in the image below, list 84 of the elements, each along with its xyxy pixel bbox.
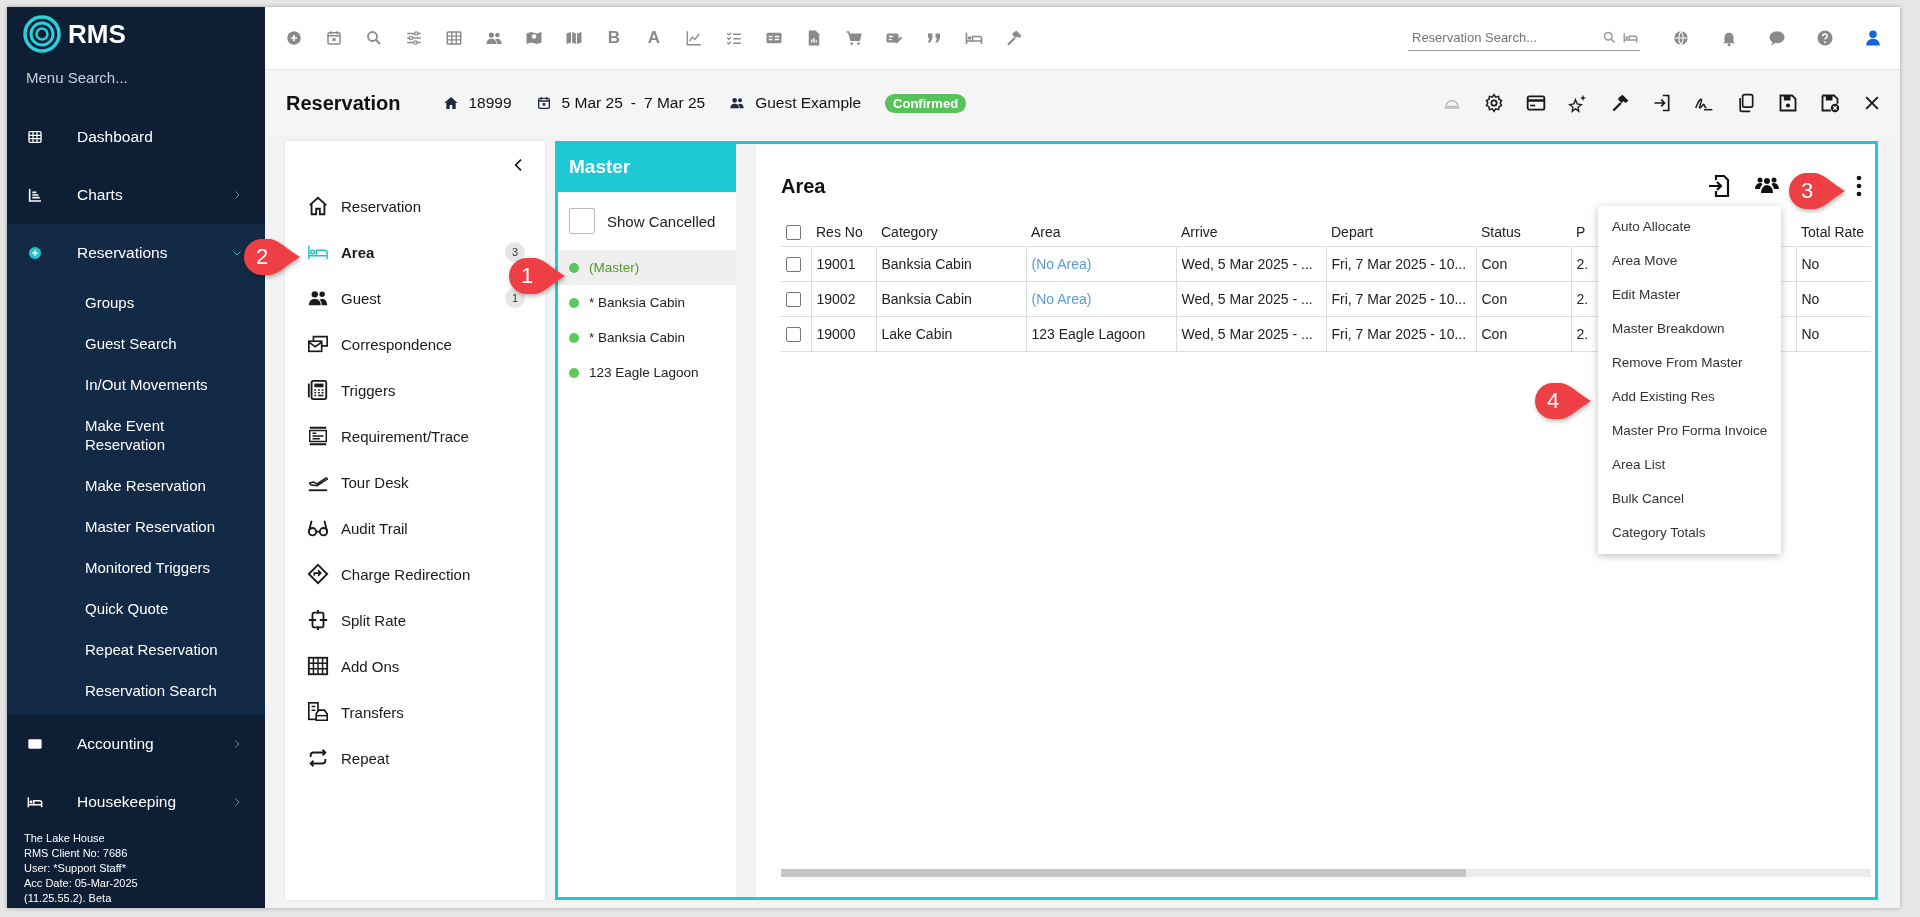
table-cell: Fri, 7 Mar 2025 - 10...	[1326, 246, 1476, 282]
side-menu-item[interactable]: Repeat	[341, 749, 545, 767]
side-menu-item[interactable]: Charge Redirection	[341, 565, 545, 583]
nav-item[interactable]: Dashboard	[77, 128, 243, 146]
side-menu-item[interactable]: Tour Desk	[341, 473, 545, 491]
table-cell: Wed, 5 Mar 2025 - ...	[1176, 246, 1326, 282]
table-cell: No	[1796, 281, 1871, 317]
status-badge: Confirmed	[885, 93, 967, 113]
checkbox-label: Show Cancelled	[607, 212, 716, 230]
side-menu-item[interactable]: Transfers	[341, 703, 545, 721]
nav-item[interactable]: Accounting	[77, 735, 231, 753]
column-header[interactable]: Total Rate	[1796, 218, 1871, 247]
nav-subitem[interactable]: Monitored Triggers	[7, 547, 265, 588]
section-title: Area	[781, 174, 826, 198]
panel-header: Master	[558, 144, 736, 192]
nav-subitem[interactable]: Make Reservation	[7, 465, 265, 506]
menu-item[interactable]: Category Totals	[1598, 516, 1781, 550]
menu-item[interactable]: Master Pro Forma Invoice	[1598, 414, 1781, 448]
table-cell: Con	[1476, 281, 1571, 317]
nav-subitem[interactable]: Make Event Reservation	[7, 405, 195, 465]
nav-subitem[interactable]: Repeat Reservation	[7, 629, 265, 670]
table-cell: 19000	[811, 316, 876, 352]
column-header[interactable]: Area	[1026, 218, 1176, 247]
table-cell: Fri, 7 Mar 2025 - 10...	[1326, 316, 1476, 352]
nav-subitem[interactable]: Reservation Search	[7, 670, 265, 711]
footer-text: (11.25.55.2). Beta	[24, 891, 113, 906]
page-title: Reservation	[286, 91, 401, 115]
depart-date: 7 Mar 25	[643, 94, 706, 112]
callout-marker: 4	[1533, 381, 1593, 421]
column-header[interactable]: Depart	[1326, 218, 1476, 247]
side-menu-item[interactable]: Reservation	[341, 197, 545, 215]
table-cell: Wed, 5 Mar 2025 - ...	[1176, 316, 1326, 352]
column-header[interactable]: Arrive	[1176, 218, 1326, 247]
table-cell: Banksia Cabin	[876, 246, 1026, 282]
side-menu-item[interactable]: Audit Trail	[341, 519, 545, 537]
footer-text: User: *Support Staff*	[24, 861, 127, 876]
menu-item[interactable]: Bulk Cancel	[1598, 482, 1781, 516]
menu-item[interactable]: Auto Allocate	[1598, 210, 1781, 244]
side-menu-item[interactable]: Requirement/Trace	[341, 427, 545, 445]
nav-subitem[interactable]: Quick Quote	[7, 588, 265, 629]
menu-search-field[interactable]: Menu Search...	[7, 61, 226, 94]
table-cell: No	[1796, 316, 1871, 352]
side-menu-item[interactable]: Add Ons	[341, 657, 545, 675]
nav-item[interactable]: Reservations	[77, 244, 231, 262]
menu-item[interactable]: Add Existing Res	[1598, 380, 1781, 414]
callout-marker: 2	[242, 237, 302, 277]
table-cell: Lake Cabin	[876, 316, 1026, 352]
footer-text: The Lake House	[24, 831, 106, 846]
date-separator: -	[630, 94, 636, 112]
footer-text: RMS Client No: 7686	[24, 846, 129, 861]
table-cell: 123 Eagle Lagoon	[1026, 316, 1176, 352]
nav-item[interactable]: Charts	[77, 186, 231, 204]
guest-name: Guest Example	[755, 94, 862, 112]
column-header[interactable]: Category	[876, 218, 1026, 247]
side-menu-item[interactable]: Split Rate	[341, 611, 545, 629]
table-cell: No	[1796, 246, 1871, 282]
table-cell: 19002	[811, 281, 876, 317]
side-menu-item[interactable]: Correspondence	[341, 335, 545, 353]
side-menu-item[interactable]: Guest	[341, 289, 505, 307]
side-menu-item[interactable]: Triggers	[341, 381, 545, 399]
table-cell: Con	[1476, 246, 1571, 282]
reservation-number: 18999	[468, 94, 512, 112]
column-header[interactable]: Status	[1476, 218, 1571, 247]
menu-item[interactable]: Area Move	[1598, 244, 1781, 278]
logo-text: RMS	[68, 18, 126, 50]
callout-marker: 3	[1787, 171, 1847, 211]
master-list-item[interactable]: * Banksia Cabin	[558, 320, 736, 355]
count-badge: 3	[505, 242, 525, 262]
table-cell: 19001	[811, 246, 876, 282]
column-header[interactable]: Res No	[811, 218, 876, 247]
side-menu-item[interactable]: Area	[341, 243, 505, 261]
nav-item[interactable]: Housekeeping	[77, 793, 231, 811]
table-cell: Banksia Cabin	[876, 281, 1026, 317]
master-list-item[interactable]: 123 Eagle Lagoon	[558, 355, 736, 390]
nav-subitem[interactable]: Guest Search	[7, 323, 265, 364]
nav-subitem[interactable]: In/Out Movements	[7, 364, 265, 405]
table-cell: Fri, 7 Mar 2025 - 10...	[1326, 281, 1476, 317]
arrive-date: 5 Mar 25	[561, 94, 623, 112]
table-cell: Con	[1476, 316, 1571, 352]
nav-subitem[interactable]: Master Reservation	[7, 506, 265, 547]
menu-item[interactable]: Area List	[1598, 448, 1781, 482]
nav-subitem[interactable]: Groups	[7, 282, 265, 323]
table-cell: Wed, 5 Mar 2025 - ...	[1176, 281, 1326, 317]
footer-text: Acc Date: 05-Mar-2025	[24, 876, 139, 891]
